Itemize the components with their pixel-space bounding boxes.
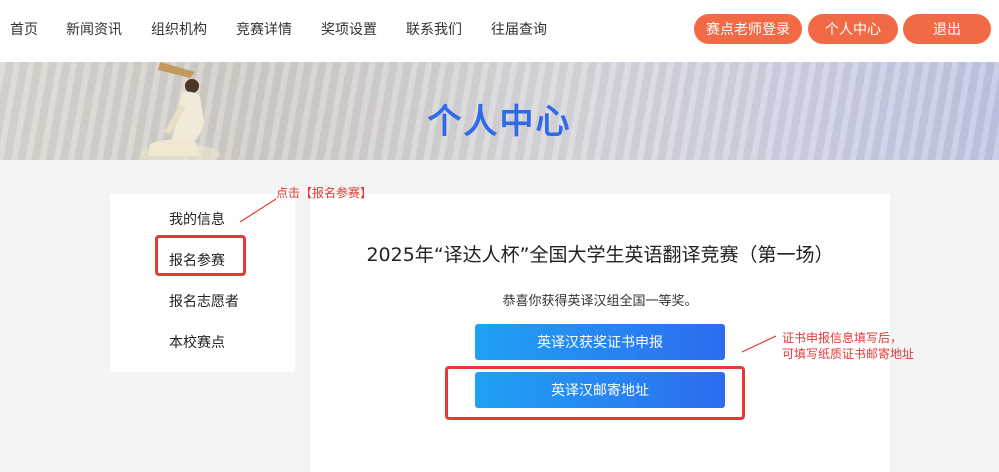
main-nav: 首页 新闻资讯 组织机构 竞赛详情 奖项设置 联系我们 往届查询 — [0, 0, 547, 58]
sidebar-menu: 我的信息 报名参赛 报名志愿者 本校赛点 — [110, 194, 295, 372]
sidebar-item-my-info[interactable]: 我的信息 — [169, 209, 225, 229]
mailing-address-button[interactable]: 英译汉邮寄地址 — [475, 372, 725, 408]
top-navbar: 首页 新闻资讯 组织机构 竞赛详情 奖项设置 联系我们 往届查询 赛点老师登录 … — [0, 0, 999, 62]
teacher-login-button[interactable]: 赛点老师登录 — [694, 14, 802, 44]
sidebar-item-school-venue[interactable]: 本校赛点 — [169, 332, 225, 352]
annotation-note-line1: 证书申报信息填写后， — [782, 331, 903, 345]
annotation-click-sign-up: 点击【报名参赛】 — [276, 186, 373, 200]
sidebar-item-sign-up[interactable]: 报名参赛 — [169, 250, 225, 270]
annotation-note-line2: 可填写纸质证书邮寄地址 — [782, 347, 915, 361]
nav-home[interactable]: 首页 — [10, 19, 38, 39]
nav-organization[interactable]: 组织机构 — [151, 19, 207, 39]
page-banner: 个人中心 — [0, 62, 999, 160]
nav-news[interactable]: 新闻资讯 — [66, 19, 122, 39]
sidebar-item-volunteer[interactable]: 报名志愿者 — [169, 291, 239, 311]
nav-competition-details[interactable]: 竞赛详情 — [236, 19, 292, 39]
annotation-certificate-note: 证书申报信息填写后， 可填写纸质证书邮寄地址 — [782, 330, 914, 362]
congrats-message: 恭喜你获得英译汉组全国一等奖。 — [502, 294, 698, 309]
nav-awards[interactable]: 奖项设置 — [321, 19, 377, 39]
certificate-application-button[interactable]: 英译汉获奖证书申报 — [475, 324, 725, 360]
nav-past-query[interactable]: 往届查询 — [491, 19, 547, 39]
nav-contact[interactable]: 联系我们 — [406, 19, 462, 39]
competition-title: 2025年“译达人杯”全国大学生英语翻译竞赛（第一场） — [366, 244, 834, 266]
page-title: 个人中心 — [427, 102, 572, 142]
logout-button[interactable]: 退出 — [903, 14, 991, 44]
personal-center-button[interactable]: 个人中心 — [808, 14, 898, 44]
